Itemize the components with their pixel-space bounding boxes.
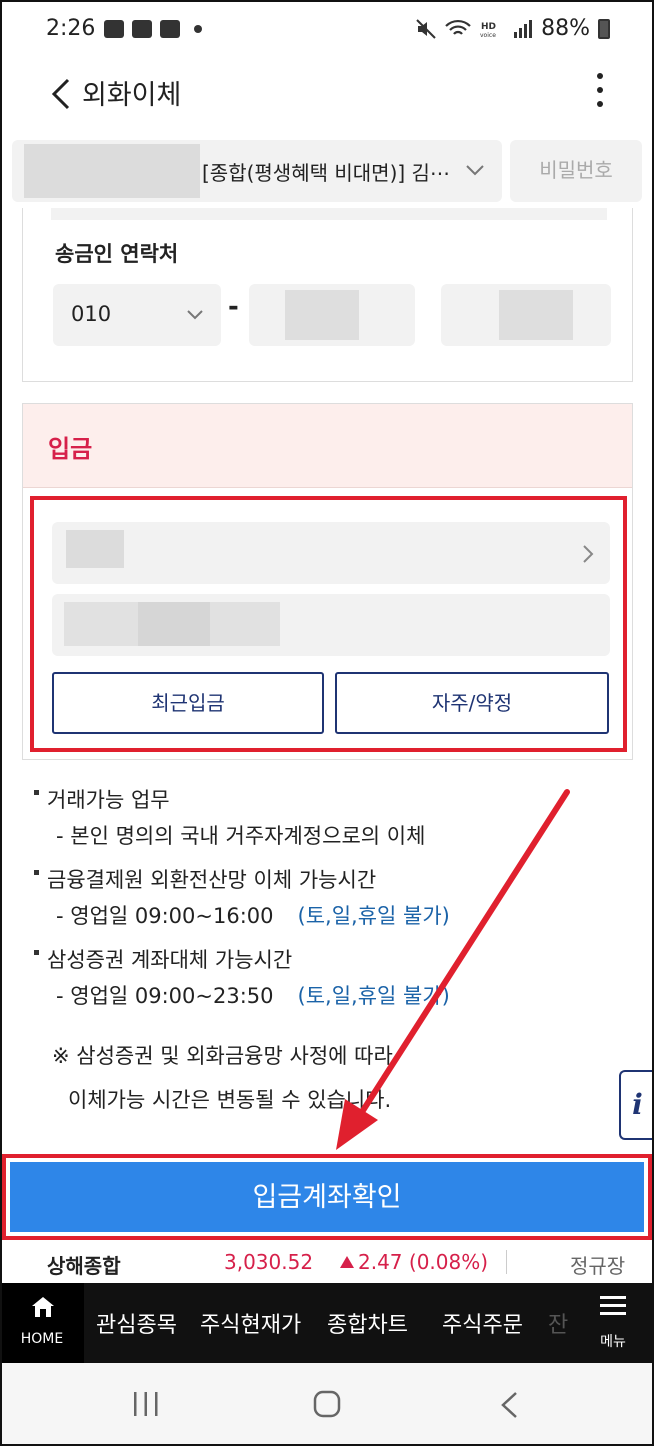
masked-digits — [285, 290, 359, 340]
sender-contact-section: 송금인 연락처 010 - — [22, 208, 633, 382]
battery-percent: 88% — [541, 16, 590, 41]
nav-chart[interactable]: 종합차트 — [327, 1307, 408, 1339]
password-button[interactable]: 비밀번호 — [510, 140, 642, 202]
svg-text:HD: HD — [481, 22, 496, 32]
status-system-icons: HD voice 88% — [415, 16, 610, 41]
highlight-annotation-box: 입금계좌확인 — [2, 1154, 652, 1240]
hamburger-menu-icon — [600, 1296, 626, 1315]
nav-next-item[interactable]: 잔 — [548, 1307, 568, 1339]
phone-last-input[interactable] — [441, 284, 611, 346]
nav-order[interactable]: 주식주문 — [442, 1307, 523, 1339]
blog-icon — [160, 20, 180, 38]
chevron-right-icon — [583, 545, 594, 563]
masked-digits — [64, 602, 138, 646]
nav-menu[interactable]: 메뉴 — [582, 1283, 654, 1363]
bottom-navigation: HOME 관심종목 주식현재가 종합차트 주식주문 잔 메뉴 — [0, 1283, 654, 1363]
app-notification-icon — [132, 20, 152, 38]
android-system-nav — [0, 1363, 654, 1446]
phone-prefix-select[interactable]: 010 — [53, 284, 221, 346]
status-time: 2:26 — [46, 16, 96, 41]
deposit-header: 입금 — [23, 404, 632, 488]
account-select[interactable]: [종합(평생혜택 비대면)] 김⋯ — [12, 140, 502, 202]
signal-icon — [514, 19, 533, 38]
system-back-icon[interactable] — [498, 1391, 520, 1419]
info-item-samsung-hours: 삼성증권 계좌대체 가능시간 — [34, 944, 292, 974]
page-title: 외화이체 — [82, 80, 182, 111]
gallery-icon — [104, 20, 124, 38]
bullet-icon — [34, 870, 39, 875]
wifi-icon — [445, 19, 471, 35]
nav-home-label: HOME — [20, 1331, 64, 1347]
account-number-masked — [24, 144, 200, 198]
home-icon — [32, 1297, 54, 1317]
sender-contact-label: 송금인 연락처 — [55, 242, 179, 266]
info-item-available-tasks: 거래가능 업무 — [34, 784, 170, 814]
ticker-change: 2.47 (0.08%) — [340, 1250, 488, 1274]
chevron-down-icon — [466, 165, 484, 176]
notice-line: 이체가능 시간은 변동될 수 있습니다. — [68, 1088, 392, 1112]
deposit-section: 입금 최근입금 자주/약정 — [22, 403, 633, 760]
app-header: 외화이체 — [0, 62, 654, 132]
mute-icon — [416, 18, 436, 39]
status-notification-icons — [104, 20, 202, 38]
more-vertical-icon[interactable] — [590, 70, 610, 110]
system-home-icon[interactable] — [313, 1390, 341, 1418]
info-detail: - 영업일 09:00~16:00 (토,일,휴일 불가) — [56, 904, 450, 928]
notice-line: ※ 삼성증권 및 외화금융망 사정에 따라 — [52, 1044, 393, 1068]
masked-digits — [210, 602, 280, 646]
frequent-agreed-button[interactable]: 자주/약정 — [335, 672, 609, 734]
bullet-icon — [34, 950, 39, 955]
recent-deposit-button[interactable]: 최근입금 — [52, 672, 324, 734]
market-session-status: 정규장 — [570, 1254, 626, 1278]
market-ticker[interactable]: 상해종합 3,030.52 2.47 (0.08%) 정규장 — [0, 1242, 654, 1282]
up-triangle-icon — [340, 1256, 354, 1268]
phone-prefix-value: 010 — [71, 302, 112, 326]
info-item-kftc-hours: 금융결제원 외환전산망 이체 가능시간 — [34, 864, 376, 894]
confirm-deposit-account-button[interactable]: 입금계좌확인 — [10, 1162, 644, 1232]
deposit-account-input[interactable] — [52, 594, 610, 656]
previous-field-bottom — [51, 208, 607, 220]
masked-digits — [499, 290, 573, 340]
nav-watchlist[interactable]: 관심종목 — [96, 1307, 177, 1339]
recent-apps-icon[interactable] — [132, 1391, 160, 1417]
svg-text:voice: voice — [480, 32, 496, 39]
masked-digits — [138, 602, 210, 646]
deposit-title: 입금 — [48, 435, 93, 463]
hd-voice-icon: HDvoice — [480, 22, 496, 39]
battery-icon — [598, 18, 610, 39]
bank-select[interactable] — [52, 522, 610, 584]
status-bar: 2:26 HD voice 88% — [0, 0, 654, 62]
chevron-down-icon — [187, 310, 203, 320]
highlight-annotation-box: 최근입금 자주/약정 — [30, 496, 627, 752]
more-notifications-dot-icon — [194, 25, 202, 33]
account-type-label: [종합(평생혜택 비대면)] 김⋯ — [202, 161, 450, 185]
info-detail: - 본인 명의의 국내 거주자계정으로의 이체 — [56, 824, 426, 848]
ticker-name: 상해종합 — [47, 1254, 121, 1278]
info-note: (토,일,휴일 불가) — [297, 984, 450, 1008]
bank-name-masked — [66, 530, 124, 568]
back-arrow-icon[interactable] — [44, 76, 80, 112]
phone-middle-input[interactable] — [249, 284, 415, 346]
info-detail: - 영업일 09:00~23:50 (토,일,휴일 불가) — [56, 984, 450, 1008]
nav-home[interactable]: HOME — [0, 1283, 84, 1363]
bullet-icon — [34, 790, 39, 795]
info-note: (토,일,휴일 불가) — [297, 904, 450, 928]
nav-menu-label: 메뉴 — [600, 1334, 626, 1350]
phone-separator: - — [228, 292, 239, 322]
nav-stock-price[interactable]: 주식현재가 — [200, 1307, 301, 1339]
ticker-divider — [506, 1250, 507, 1274]
ticker-value: 3,030.52 — [224, 1250, 314, 1274]
info-side-button[interactable]: i — [619, 1070, 654, 1140]
